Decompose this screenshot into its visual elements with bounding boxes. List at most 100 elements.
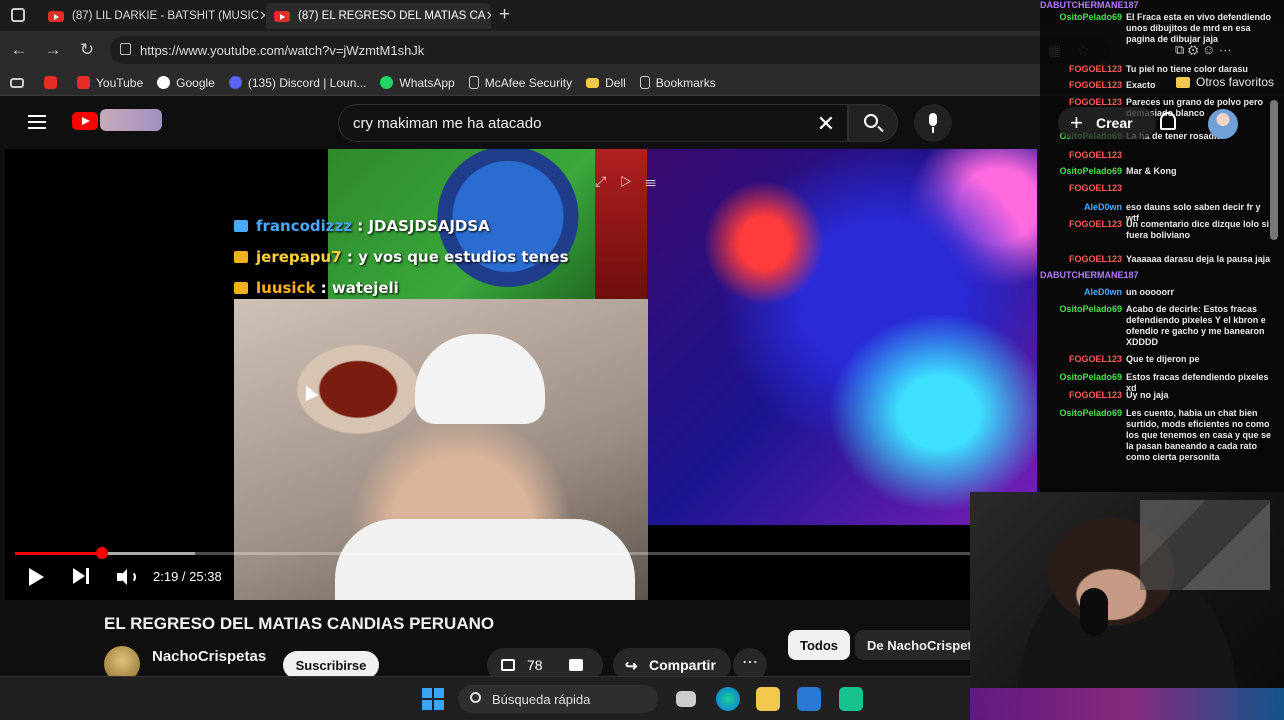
bookmark-whatsapp[interactable]: WhatsApp	[380, 76, 455, 90]
search-query: cry makiman me ha atacado	[353, 114, 542, 132]
streamer-webcam	[970, 492, 1284, 720]
lock-icon	[120, 43, 131, 55]
subscribe-button[interactable]: Suscribirse	[283, 651, 379, 679]
stream-chat-user: OsitoPelado69	[1059, 166, 1122, 176]
tab-close-icon[interactable]: ✕	[485, 8, 491, 24]
video-player[interactable]: ⤢▷☰ francodizzz : JDASJDSAJDSA jerepapu7…	[5, 149, 1037, 600]
stream-chat-user: FOGOEL123	[1068, 150, 1122, 160]
bookmark-youtube[interactable]: YouTube	[77, 76, 143, 90]
search-button[interactable]	[848, 104, 898, 142]
bookmark-discord[interactable]: (135) Discord | Loun...	[228, 76, 366, 90]
stream-chat-user: FOGOEL123	[1068, 390, 1122, 400]
taskbar-search-placeholder: Búsqueda rápida	[492, 691, 591, 707]
stream-chat-message: FOGOEL123	[1040, 150, 1284, 161]
edge-icon[interactable]	[716, 687, 740, 711]
file-explorer-icon[interactable]	[756, 687, 780, 711]
voice-search-icon[interactable]	[914, 104, 952, 142]
volume-icon[interactable]	[117, 569, 137, 585]
stream-chat-user: FOGOEL123	[1068, 354, 1122, 364]
badge-icon	[234, 220, 248, 232]
progress-bar[interactable]	[15, 547, 975, 559]
stream-chat-text: Uy no jaja	[1126, 390, 1169, 400]
youtube-favicon-icon	[48, 10, 64, 22]
progress-played	[15, 552, 102, 555]
clear-search-icon[interactable]: ✕	[817, 111, 835, 137]
menu-icon[interactable]	[28, 115, 46, 129]
stream-chat-user: FOGOEL123	[1068, 183, 1122, 193]
stream-chat-message: FOGOEL123 Que te dijeron pe	[1040, 354, 1284, 365]
browser-extension-icons[interactable]: ⧉ ⚙ ☺ ⋯	[1175, 42, 1232, 58]
channel-name[interactable]: NachoCrispetas	[152, 648, 266, 665]
taskbar-search-input[interactable]: Búsqueda rápida	[458, 685, 658, 713]
stream-chat-message: FOGOEL123	[1040, 183, 1284, 194]
youtube-icon	[77, 76, 90, 89]
reload-icon[interactable]: ↻	[76, 40, 98, 60]
stream-chat-user: DABUTCHERMANE187	[1040, 0, 1139, 10]
new-tab-button[interactable]: +	[499, 4, 510, 26]
thumbs-up-icon	[501, 659, 515, 671]
video-scene-neon	[647, 149, 1037, 525]
browser-tab-2[interactable]: (87) EL REGRESO DEL MATIAS CA ✕	[266, 3, 491, 29]
play-icon[interactable]	[29, 568, 44, 586]
bookmark-mcafee[interactable]: McAfee Security	[468, 75, 573, 90]
store-icon[interactable]	[797, 687, 821, 711]
tab-title: (87) LIL DARKIE - BATSHIT (MUSIC	[72, 10, 260, 22]
browser-tab-1[interactable]: (87) LIL DARKIE - BATSHIT (MUSIC ✕	[40, 3, 265, 29]
search-icon	[864, 114, 878, 128]
stream-chat-text: Mar & Kong	[1126, 166, 1177, 176]
stream-chat-user: OsitoPelado69	[1059, 304, 1122, 314]
bookmark-bookmarks[interactable]: Bookmarks	[639, 76, 716, 90]
account-avatar[interactable]	[1208, 109, 1238, 139]
overlay-chat-user: luusick	[256, 279, 316, 297]
tab-actions-icon[interactable]	[11, 8, 25, 22]
stream-chat-user: OsitoPelado69	[1059, 12, 1122, 22]
youtube-logo-icon[interactable]	[72, 112, 98, 130]
next-video-icon[interactable]	[73, 568, 91, 586]
bookmark-label: McAfee Security	[484, 75, 573, 90]
bookmarks-menu-icon[interactable]	[10, 77, 30, 88]
notifications-bell-icon[interactable]	[1160, 112, 1176, 130]
stream-chat-text: Tu piel no tiene color darasu	[1126, 64, 1248, 74]
stream-chat-message: FOGOEL123 Un comentario dice dizque lolo …	[1040, 219, 1284, 241]
tab-title: (87) EL REGRESO DEL MATIAS CA	[298, 10, 486, 22]
stream-chat-message: AleD0wn un ooooorr	[1040, 287, 1284, 298]
windows-start-icon[interactable]	[422, 688, 444, 710]
chip-all[interactable]: Todos	[788, 630, 851, 660]
address-bar[interactable]: https://www.youtube.com/watch?v=jWzmtM1s…	[110, 36, 1110, 64]
tab-close-icon[interactable]: ✕	[259, 8, 265, 24]
stream-chat-message: FOGOEL123 Uy no jaja	[1040, 390, 1284, 401]
overlay-chat-message: JDASJDSAJDSA	[368, 217, 490, 235]
share-label: Compartir	[649, 657, 716, 673]
back-arrow-icon[interactable]: ←	[8, 40, 30, 60]
stream-chat-text: Les cuento, habia un chat bien surtido, …	[1126, 408, 1272, 462]
search-input[interactable]: cry makiman me ha atacado ✕	[338, 104, 848, 142]
crown-icon	[234, 251, 248, 263]
thumbs-down-icon[interactable]	[569, 659, 583, 671]
overlay-chat-user: francodizzz	[256, 217, 352, 235]
discord-icon	[228, 76, 242, 89]
folder-icon	[586, 77, 600, 88]
page-icon	[468, 76, 479, 89]
scrollbar[interactable]	[1270, 100, 1278, 240]
stream-chat-text: un ooooorr	[1126, 287, 1174, 297]
other-favorites-label: Otros favoritos	[1196, 75, 1275, 89]
stream-chat-text	[1126, 183, 1276, 194]
youtube-doodle[interactable]	[100, 109, 162, 131]
windows-taskbar: Búsqueda rápida	[0, 676, 970, 720]
taskview-icon[interactable]	[676, 691, 696, 707]
forward-arrow-icon[interactable]: →	[42, 40, 64, 60]
other-favorites[interactable]: Otros favoritos	[1176, 75, 1274, 89]
progress-scrubber[interactable]	[95, 547, 108, 559]
webcam-rgb-lights	[970, 688, 1284, 720]
app-icon[interactable]	[839, 687, 863, 711]
create-button[interactable]: + Crear	[1058, 107, 1156, 139]
stream-chat-user: AleD0wn	[1083, 287, 1122, 297]
youtube-favicon-icon	[274, 10, 290, 22]
bookmark-dell[interactable]: Dell	[586, 76, 626, 90]
google-icon	[157, 76, 171, 89]
bookmark-blank[interactable]	[44, 76, 63, 89]
bookmark-google[interactable]: Google	[157, 76, 215, 90]
stream-chat-message: OsitoPelado69 Acabo de decirle: Estos fra…	[1040, 304, 1284, 348]
stream-chat-text	[1126, 0, 1276, 11]
stream-chat-text	[1126, 150, 1276, 161]
